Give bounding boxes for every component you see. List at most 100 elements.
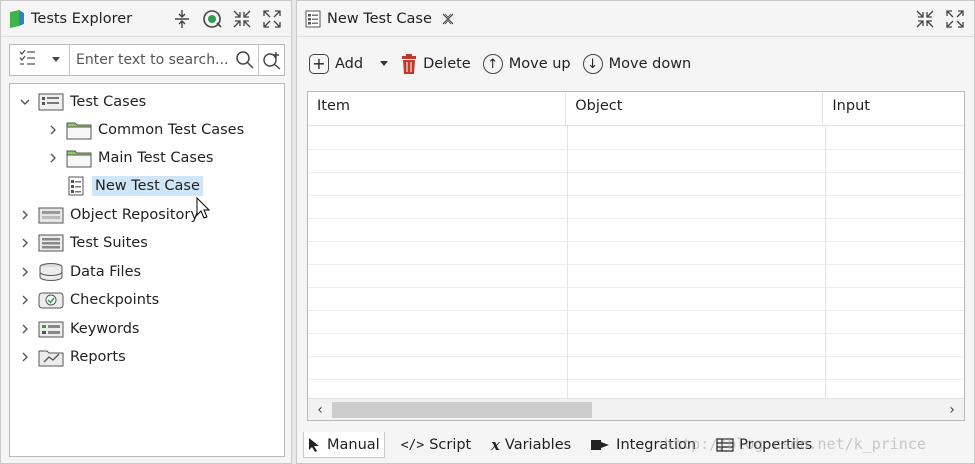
close-tab-icon[interactable] [441, 12, 455, 26]
test-cases-icon [38, 92, 64, 112]
tree-item-label: Common Test Cases [98, 122, 245, 138]
filter-button[interactable] [10, 45, 70, 75]
tree-item-label: New Test Case [92, 176, 203, 196]
table-header: Item Object Input [308, 92, 964, 126]
arrow-up-icon: ↑ [482, 54, 503, 74]
test-case-editor-panel: New Test Case + Add Delete ↑ Move up ↓ M… [296, 0, 975, 464]
column-divider [567, 126, 568, 398]
data-files-icon [38, 262, 64, 282]
tree-item-reports[interactable]: Reports [18, 344, 126, 370]
katalon-logo-icon [9, 9, 25, 28]
tests-explorer-header: Tests Explorer [1, 1, 291, 37]
row-divider [308, 356, 964, 357]
tree-item-object-repository[interactable]: Object Repository [18, 202, 199, 228]
tree-item-label: Checkpoints [70, 292, 160, 308]
tree-item-label: Object Repository [70, 207, 199, 223]
tree-item-test-suites[interactable]: Test Suites [18, 230, 148, 256]
tab-script[interactable]: </> Script [397, 432, 476, 458]
integration-icon [591, 440, 610, 450]
tree-item-label: Keywords [70, 321, 140, 337]
dropdown-arrow-icon [51, 52, 61, 68]
column-header-item[interactable]: Item [308, 92, 567, 125]
tree-item-test-cases[interactable]: Test Cases [18, 89, 146, 115]
advanced-search-button[interactable] [258, 45, 284, 75]
tree-item-common-test-cases[interactable]: Common Test Cases [46, 117, 244, 143]
delete-label: Delete [423, 56, 471, 72]
tab-manual[interactable]: Manual [303, 432, 385, 458]
tab-integration[interactable]: Integration [587, 432, 700, 458]
move-down-button[interactable]: ↓ Move down [582, 54, 692, 74]
row-divider [308, 149, 964, 150]
move-up-label: Move up [508, 56, 571, 72]
tree-item-label: Reports [70, 349, 126, 365]
search-input[interactable] [70, 46, 232, 74]
test-steps-table: Item Object Input ‹ › [307, 91, 965, 421]
tests-explorer-panel: Tests Explorer Enter text to search... T… [0, 0, 292, 464]
tree-item-new-test-case[interactable]: New Test Case [66, 173, 203, 199]
keywords-icon [38, 319, 64, 339]
row-divider [308, 287, 964, 288]
tab-label: Manual [327, 436, 380, 453]
minimize-icon[interactable] [914, 8, 936, 30]
minimize-icon[interactable] [231, 8, 253, 30]
explorer-tree: Test Cases Common Test Cases Main Test C… [9, 83, 285, 457]
tree-item-checkpoints[interactable]: Checkpoints [18, 287, 159, 313]
scrollbar-track[interactable] [332, 399, 940, 421]
tab-variables[interactable]: x Variables [487, 432, 575, 458]
refresh-icon[interactable] [201, 8, 223, 30]
expand-arrow-icon[interactable] [46, 151, 60, 165]
tree-item-label: Test Suites [70, 235, 148, 251]
row-divider [308, 241, 964, 242]
tree-item-main-test-cases[interactable]: Main Test Cases [46, 145, 213, 171]
expand-arrow-icon[interactable] [18, 293, 32, 307]
row-divider [308, 333, 964, 334]
column-divider [825, 126, 826, 398]
expand-arrow-icon[interactable] [18, 265, 32, 279]
editor-header: New Test Case [297, 1, 974, 37]
tests-explorer-title: Tests Explorer [31, 10, 133, 27]
add-label: Add [335, 56, 364, 72]
expand-arrow-icon[interactable] [18, 236, 32, 250]
horizontal-scrollbar[interactable]: ‹ › [308, 398, 964, 420]
folder-icon [66, 120, 92, 140]
scroll-right-icon[interactable]: › [940, 399, 964, 421]
dropdown-arrow-icon [380, 61, 389, 66]
add-button[interactable]: + Add [309, 54, 363, 74]
collapse-arrow-icon[interactable] [18, 95, 32, 109]
maximize-icon[interactable] [944, 8, 966, 30]
tree-item-keywords[interactable]: Keywords [18, 316, 139, 342]
editor-tab-new-test-case[interactable]: New Test Case [305, 1, 455, 36]
column-header-input[interactable]: Input [823, 92, 964, 125]
row-divider [308, 218, 964, 219]
expand-arrow-icon[interactable] [18, 350, 32, 364]
row-divider [308, 379, 964, 380]
column-header-object[interactable]: Object [566, 92, 824, 125]
tree-item-label: Test Cases [70, 94, 147, 110]
table-body[interactable] [308, 126, 964, 398]
collapse-all-icon[interactable] [171, 8, 193, 30]
scroll-left-icon[interactable]: ‹ [308, 399, 332, 421]
scrollbar-thumb[interactable] [332, 401, 592, 418]
arrow-down-icon: ↓ [582, 54, 603, 74]
code-icon: </> [400, 437, 425, 453]
variable-x-icon: x [491, 436, 500, 454]
add-dropdown-button[interactable] [379, 60, 389, 68]
maximize-icon[interactable] [261, 8, 283, 30]
delete-button[interactable]: Delete [401, 54, 471, 74]
row-divider [308, 195, 964, 196]
expand-arrow-icon[interactable] [46, 123, 60, 137]
tab-properties[interactable]: Properties [712, 432, 816, 458]
search-button[interactable] [232, 45, 258, 75]
tree-item-data-files[interactable]: Data Files [18, 259, 141, 285]
folder-icon [66, 148, 92, 168]
test-suites-icon [38, 233, 64, 253]
test-case-icon [305, 10, 321, 28]
editor-toolbar: + Add Delete ↑ Move up ↓ Move down [309, 49, 691, 79]
row-divider [308, 264, 964, 265]
move-down-label: Move down [608, 56, 692, 72]
expand-arrow-icon[interactable] [18, 208, 32, 222]
expand-arrow-icon[interactable] [18, 322, 32, 336]
tests-explorer-tab[interactable]: Tests Explorer [9, 1, 132, 36]
tab-label: Script [429, 437, 472, 453]
move-up-button[interactable]: ↑ Move up [482, 54, 571, 74]
